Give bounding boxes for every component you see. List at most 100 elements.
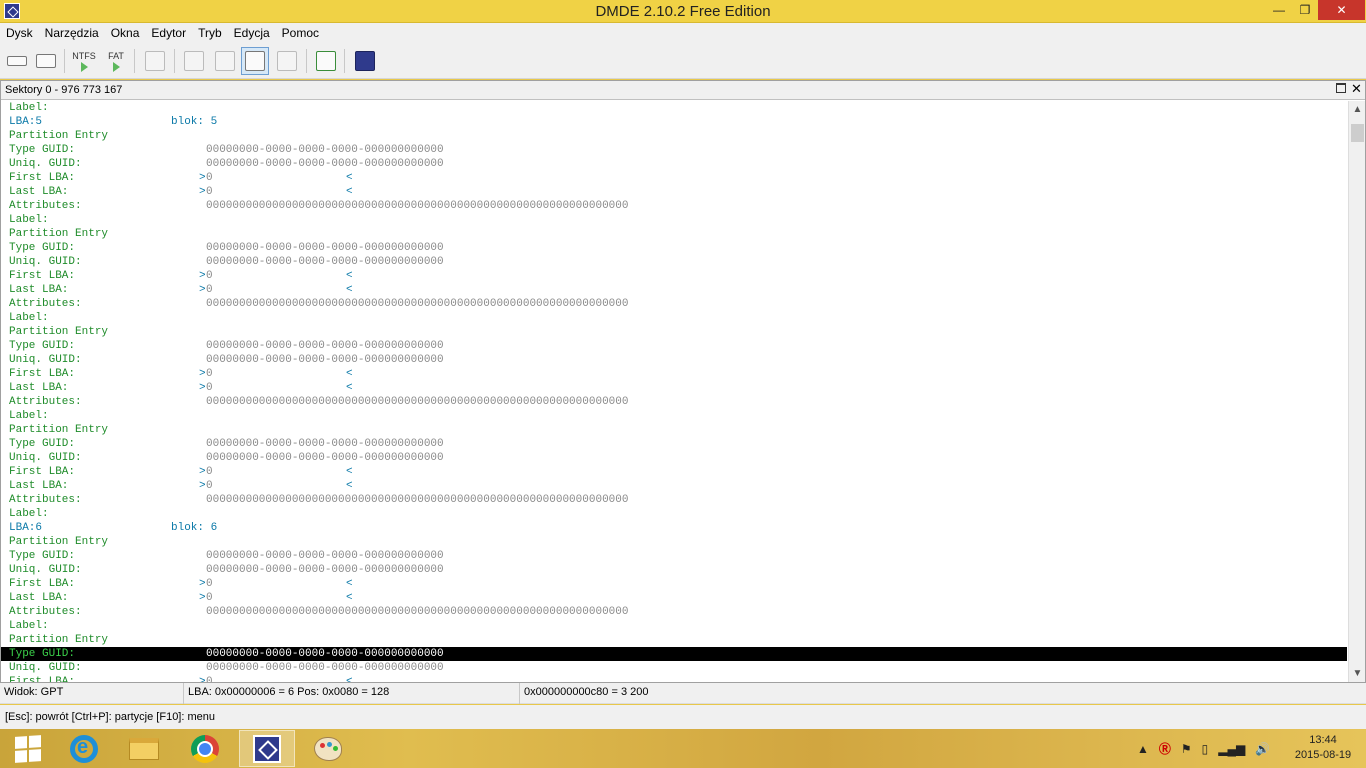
field-row[interactable]: Uniq. GUID: 00000000-0000-0000-0000-00000… xyxy=(1,451,1347,465)
field-row[interactable]: Label: xyxy=(1,619,1347,633)
paint-icon xyxy=(314,736,342,761)
panel-maximize-button[interactable] xyxy=(1336,83,1346,93)
file-explorer-icon xyxy=(129,737,159,760)
partitions-button[interactable] xyxy=(32,47,60,75)
field-row[interactable]: Attributes: 00000000000000000000000000000… xyxy=(1,493,1347,507)
field-row[interactable]: Last LBA: >0 < xyxy=(1,381,1347,395)
field-label: Partition Entry xyxy=(9,130,109,142)
list-view-button[interactable] xyxy=(211,47,239,75)
menu-edycja[interactable]: Edycja xyxy=(228,23,276,40)
field-row[interactable]: First LBA: >0 < xyxy=(1,675,1347,682)
status-bar: Widok: GPT LBA: 0x00000006 = 6 Pos: 0x00… xyxy=(0,683,1366,704)
field-row[interactable]: Type GUID: 00000000-0000-0000-0000-000000… xyxy=(1,549,1347,563)
wizard-button[interactable] xyxy=(141,47,169,75)
volume-icon[interactable]: 🔊 xyxy=(1255,742,1270,756)
menu-tryb[interactable]: Tryb xyxy=(192,23,228,40)
scroll-thumb[interactable] xyxy=(1351,124,1364,142)
field-row[interactable]: Uniq. GUID: 00000000-0000-0000-0000-00000… xyxy=(1,255,1347,269)
taskbar-chrome[interactable] xyxy=(177,730,233,767)
internet-explorer-icon xyxy=(70,734,98,763)
field-label: Last LBA: xyxy=(9,382,69,394)
field-row[interactable]: Type GUID: 00000000-0000-0000-0000-000000… xyxy=(1,241,1347,255)
fat-search-button[interactable]: FAT xyxy=(102,47,130,75)
field-row[interactable]: Partition Entry xyxy=(1,535,1347,549)
menu-edytor[interactable]: Edytor xyxy=(145,23,192,40)
field-label: Attributes: xyxy=(9,606,82,618)
restore-button[interactable]: ❐ xyxy=(1291,0,1319,20)
field-row[interactable]: Partition Entry xyxy=(1,129,1347,143)
close-button[interactable]: ✕ xyxy=(1318,0,1365,20)
find-button[interactable] xyxy=(273,47,301,75)
field-row[interactable]: First LBA: >0 < xyxy=(1,465,1347,479)
field-row[interactable]: Label: xyxy=(1,409,1347,423)
field-row[interactable]: First LBA: >0 < xyxy=(1,367,1347,381)
taskbar-internet-explorer[interactable] xyxy=(56,730,112,767)
taskbar-clock[interactable]: 13:44 2015-08-19 xyxy=(1284,733,1362,763)
field-row[interactable]: Type GUID: 00000000-0000-0000-0000-000000… xyxy=(1,437,1347,451)
start-button[interactable] xyxy=(0,730,56,767)
range-close-marker: < xyxy=(346,676,353,682)
range-close-marker: < xyxy=(346,186,353,198)
field-row[interactable]: Last LBA: >0 < xyxy=(1,479,1347,493)
menu-okna[interactable]: Okna xyxy=(105,23,146,40)
field-row[interactable]: Label: xyxy=(1,507,1347,521)
panel-header: Sektory 0 - 976 773 167 ✕ xyxy=(1,81,1365,100)
field-row[interactable]: Uniq. GUID: 00000000-0000-0000-0000-00000… xyxy=(1,353,1347,367)
field-row[interactable]: Partition Entry xyxy=(1,633,1347,647)
field-row[interactable]: Type GUID: 00000000-0000-0000-0000-000000… xyxy=(1,339,1347,353)
minimize-button[interactable]: — xyxy=(1265,0,1293,20)
field-row[interactable]: Partition Entry xyxy=(1,325,1347,339)
field-row[interactable]: Type GUID: 00000000-0000-0000-0000-000000… xyxy=(1,647,1347,661)
field-row[interactable]: Last LBA: >0 < xyxy=(1,283,1347,297)
sector-listing[interactable]: Label: LBA:5 blok: 5 Partition Entry Type GU… xyxy=(1,101,1347,682)
template-view-button[interactable] xyxy=(241,47,269,75)
fat-label: FAT xyxy=(108,50,124,61)
menu-pomoc[interactable]: Pomoc xyxy=(276,23,325,40)
field-row[interactable]: Label: xyxy=(1,311,1347,325)
field-row[interactable]: Partition Entry xyxy=(1,227,1347,241)
field-row[interactable]: First LBA: >0 < xyxy=(1,577,1347,591)
battery-icon[interactable]: ▯ xyxy=(1202,742,1209,756)
panel-close-button[interactable]: ✕ xyxy=(1351,81,1362,97)
field-row[interactable]: First LBA: >0 < xyxy=(1,171,1347,185)
field-row[interactable]: Type GUID: 00000000-0000-0000-0000-000000… xyxy=(1,143,1347,157)
lba-value: 0 xyxy=(206,676,213,682)
tree-view-button[interactable] xyxy=(180,47,208,75)
field-row[interactable]: Attributes: 00000000000000000000000000000… xyxy=(1,199,1347,213)
field-row[interactable]: Uniq. GUID: 00000000-0000-0000-0000-00000… xyxy=(1,661,1347,675)
field-row[interactable]: Attributes: 00000000000000000000000000000… xyxy=(1,297,1347,311)
menu-dysk[interactable]: Dysk xyxy=(0,23,39,40)
scroll-down-arrow-icon[interactable]: ▼ xyxy=(1349,665,1366,682)
lba-header-row[interactable]: LBA:6 blok: 6 xyxy=(1,521,1347,535)
vertical-scrollbar[interactable]: ▲ ▼ xyxy=(1348,101,1365,682)
field-row[interactable]: Label: xyxy=(1,101,1347,115)
select-drive-button[interactable] xyxy=(3,47,31,75)
field-row[interactable]: Uniq. GUID: 00000000-0000-0000-0000-00000… xyxy=(1,157,1347,171)
taskbar-dmde[interactable] xyxy=(239,730,295,767)
lba-value: 0 xyxy=(206,172,213,184)
menu-narzedzia[interactable]: Narzędzia xyxy=(39,23,105,40)
range-close-marker: < xyxy=(346,368,353,380)
field-row[interactable]: First LBA: >0 < xyxy=(1,269,1347,283)
field-row[interactable]: Uniq. GUID: 00000000-0000-0000-0000-00000… xyxy=(1,563,1347,577)
field-row[interactable]: Attributes: 00000000000000000000000000000… xyxy=(1,395,1347,409)
field-row[interactable]: Label: xyxy=(1,213,1347,227)
ntfs-search-button[interactable]: NTFS xyxy=(70,47,98,75)
field-label: First LBA: xyxy=(9,466,76,478)
field-row[interactable]: Last LBA: >0 < xyxy=(1,185,1347,199)
lba-header-row[interactable]: LBA:5 blok: 5 xyxy=(1,115,1347,129)
field-row[interactable]: Partition Entry xyxy=(1,423,1347,437)
taskbar-file-explorer[interactable] xyxy=(116,730,172,767)
field-row[interactable]: Attributes: 00000000000000000000000000000… xyxy=(1,605,1347,619)
network-signal-icon[interactable]: ▂▄▆ xyxy=(1218,742,1245,756)
field-label: Partition Entry xyxy=(9,536,109,548)
scroll-up-arrow-icon[interactable]: ▲ xyxy=(1349,101,1366,118)
taskbar-paint[interactable] xyxy=(300,730,356,767)
action-center-flag-icon[interactable]: ⚑ xyxy=(1181,742,1192,756)
range-open-marker: > xyxy=(199,480,206,492)
antivirus-icon[interactable]: Ⓡ xyxy=(1159,740,1171,757)
copy-sectors-button[interactable] xyxy=(312,47,340,75)
about-button[interactable] xyxy=(351,47,379,75)
field-row[interactable]: Last LBA: >0 < xyxy=(1,591,1347,605)
show-hidden-icons-arrow[interactable]: ▲ xyxy=(1137,742,1149,756)
